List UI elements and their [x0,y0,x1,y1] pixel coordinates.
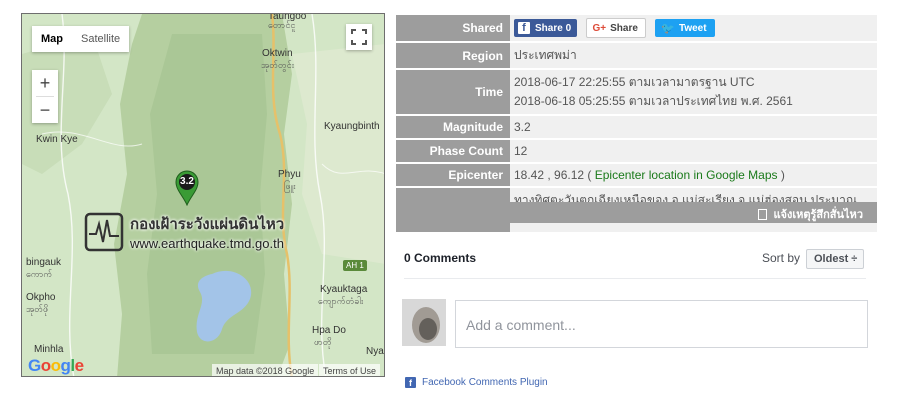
watermark-title: กองเฝ้าระวังแผ่นดินไหว [130,215,285,233]
place-phyu: Phyu [278,169,301,180]
place-nya: Nya [366,346,384,357]
place-bingauk-my: ကောက် [26,269,53,279]
magnitude-row: Magnitude 3.2 [396,116,877,138]
report-bar: แจ้งเหตุรู้สึกสั่นไหว [396,202,877,223]
facebook-icon: f [405,377,416,388]
zoom-out-button[interactable]: − [32,97,58,123]
place-okpho: Okpho [26,292,56,303]
epicenter-row: Epicenter 18.42 , 96.12 ( Epicenter loca… [396,164,877,186]
magnitude-label: Magnitude [396,116,510,138]
report-felt-label: แจ้งเหตุรู้สึกสั่นไหว [773,208,863,221]
plugin-label: Facebook Comments Plugin [422,377,548,388]
epicenter-label: Epicenter [396,164,510,186]
region-label: Region [396,43,510,68]
zoom-in-button[interactable]: + [32,70,58,96]
google-plus-icon: G+ [592,22,607,34]
map-type-satellite-button[interactable]: Satellite [72,26,129,52]
phase-count-row: Phase Count 12 [396,140,877,162]
place-kyauktaga-my: ကျောက်တံခါး [318,296,364,306]
comments-divider [404,278,866,279]
google-logo[interactable]: Google [28,356,84,376]
epicenter-value: 18.42 , 96.12 ( Epicenter location in Go… [510,164,877,186]
twitter-bird-icon: 🐦 [661,22,675,35]
user-avatar-icon [402,299,446,346]
facebook-icon: f [518,22,530,34]
place-bingauk: bingauk [26,257,62,268]
earthquake-info-table: Shared f Share 0 G+ Share 🐦 Tweet Region ปร… [396,13,877,234]
report-felt-link[interactable]: แจ้งเหตุรู้สึกสั่นไหว [758,205,863,223]
map-data-credit: Map data ©2018 Google [212,364,319,376]
epicenter-map[interactable]: Map Satellite + − Taungoo တောင်ငူ Oktwin… [21,13,385,377]
map-terrain [22,14,384,376]
zoom-control: + − [32,70,58,123]
fullscreen-icon [351,29,367,45]
place-minhla: Minhla [34,344,64,355]
place-taungoo-my: တောင်ငူ [268,20,296,30]
time-value: 2018-06-17 22:25:55 ตามเวลามาตรฐาน UTC 2… [510,70,877,114]
region-row: Region ประเทศพม่า [396,43,877,68]
magnitude-value: 3.2 [510,116,877,138]
time-thai: 2018-06-18 05:25:55 ตามเวลาประเทศไทย พ.ศ… [514,94,793,108]
avatar [402,299,446,346]
share-buttons: f Share 0 G+ Share 🐦 Tweet [510,15,877,41]
fullscreen-button[interactable] [346,24,372,50]
phase-count-label: Phase Count [396,140,510,162]
epicenter-close-paren: ) [780,168,785,182]
place-hpa-do: Hpa Do [312,325,346,336]
place-phyu-my: ဖြူး [284,181,296,191]
region-value: ประเทศพม่า [510,43,877,68]
marker-magnitude: 3.2 [180,176,194,187]
comments-count: 0 Comments [404,251,477,265]
seismograph-logo-icon [84,212,124,252]
place-kyauktaga: Kyauktaga [320,284,368,295]
place-okpho-my: အုတ်ဖို [26,304,49,314]
terms-of-use-link[interactable]: Terms of Use [319,364,381,376]
comment-input[interactable]: Add a comment... [455,300,868,348]
highway-badge: AH 1 [343,260,367,271]
epicenter-google-maps-link[interactable]: Epicenter location in Google Maps [595,168,778,182]
sort-by-label: Sort by [762,251,801,265]
map-type-control: Map Satellite [32,26,130,52]
place-oktwin: Oktwin [262,48,293,59]
place-kwin-kye: Kwin Kye [36,134,78,145]
edit-form-icon [758,208,768,220]
time-utc: 2018-06-17 22:25:55 ตามเวลามาตรฐาน UTC [514,75,755,89]
place-hpa-do-my: ဖာတို [314,337,332,347]
tmd-watermark: กองเฝ้าระวังแผ่นดินไหว www.earthquake.tm… [84,212,294,260]
phase-count-value: 12 [510,140,877,162]
google-plus-share-button[interactable]: G+ Share [586,18,646,38]
watermark-url: www.earthquake.tmd.go.th [130,236,284,251]
shared-label: Shared [396,15,510,41]
sort-order-select[interactable]: Oldest ÷ [806,249,864,269]
facebook-comments-plugin-link[interactable]: f Facebook Comments Plugin [405,377,548,388]
map-type-map-button[interactable]: Map [32,26,72,52]
time-label: Time [396,70,510,114]
epicenter-coords: 18.42 , 96.12 ( [514,168,592,182]
shared-row: Shared f Share 0 G+ Share 🐦 Tweet [396,15,877,41]
time-row: Time 2018-06-17 22:25:55 ตามเวลามาตรฐาน … [396,70,877,114]
twitter-tweet-button[interactable]: 🐦 Tweet [655,19,715,37]
epicenter-marker[interactable]: 3.2 [174,170,200,207]
place-kyaungbinth: Kyaungbinth [324,121,380,132]
place-oktwin-my: အုတ်တွင်း [261,60,295,70]
facebook-share-button[interactable]: f Share 0 [514,19,578,37]
